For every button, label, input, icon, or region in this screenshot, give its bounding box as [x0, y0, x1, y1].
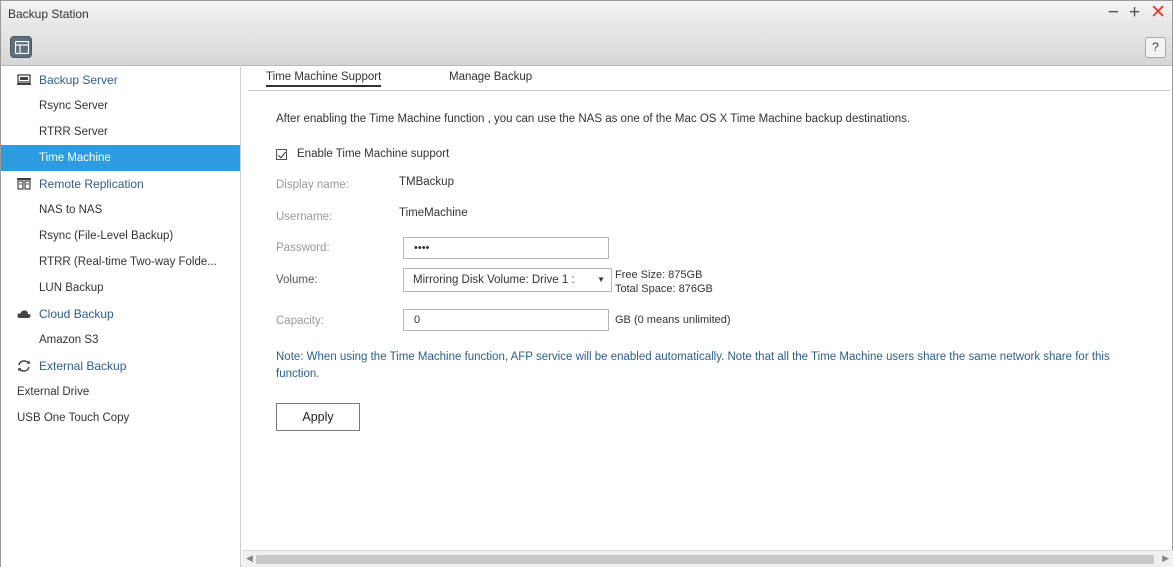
capacity-field[interactable]: 0: [403, 309, 609, 331]
scroll-left-icon[interactable]: ◀: [246, 553, 253, 564]
sidebar-item-rtrr-server[interactable]: RTRR Server: [1, 119, 240, 145]
scrollbar-thumb[interactable]: [256, 555, 1154, 564]
menu-grid-icon: [15, 41, 29, 54]
replication-icon: [17, 178, 31, 190]
sidebar-group-cloud-backup[interactable]: Cloud Backup: [1, 301, 240, 327]
sidebar-group-label: External Backup: [39, 359, 127, 373]
intro-text: After enabling the Time Machine function…: [276, 113, 911, 125]
sidebar-item-usb-one-touch-copy[interactable]: USB One Touch Copy: [1, 405, 240, 431]
help-button[interactable]: ?: [1145, 37, 1166, 58]
capacity-label: Capacity:: [276, 315, 324, 327]
sidebar-group-label: Cloud Backup: [39, 307, 114, 321]
display-name-label: Display name:: [276, 179, 349, 191]
username-value: TimeMachine: [399, 207, 468, 219]
volume-label: Volume:: [276, 274, 318, 286]
server-icon: [17, 74, 31, 85]
sidebar-item-nas-to-nas[interactable]: NAS to NAS: [1, 197, 240, 223]
minimize-button[interactable]: −: [1108, 3, 1119, 22]
cloud-icon: [17, 310, 31, 318]
sidebar: Backup Server Rsync Server RTRR Server T…: [1, 67, 241, 567]
tab-time-machine-support[interactable]: Time Machine Support: [266, 71, 382, 87]
menu-button[interactable]: [10, 36, 32, 58]
sidebar-item-amazon-s3[interactable]: Amazon S3: [1, 327, 240, 353]
tab-bar: Time Machine Support Manage Backup: [248, 67, 1170, 91]
tab-manage-backup[interactable]: Manage Backup: [449, 71, 532, 83]
sync-icon: [18, 360, 30, 372]
toolbar: ?: [1, 27, 1172, 66]
sidebar-item-time-machine[interactable]: Time Machine: [1, 145, 240, 171]
main-content: After enabling the Time Machine function…: [248, 93, 1170, 551]
enable-time-machine-checkbox[interactable]: [276, 148, 287, 160]
sidebar-group-label: Backup Server: [39, 73, 118, 87]
username-label: Username:: [276, 211, 333, 223]
volume-select[interactable]: Mirroring Disk Volume: Drive 1 : ▼: [403, 268, 612, 292]
sidebar-group-external-backup[interactable]: External Backup: [1, 353, 240, 379]
enable-time-machine-label: Enable Time Machine support: [297, 148, 450, 160]
chevron-down-icon: ▼: [597, 275, 605, 284]
window-controls: − + ✕: [1108, 3, 1166, 22]
sidebar-group-label: Remote Replication: [39, 177, 144, 191]
free-size-text: Free Size: 875GB: [615, 269, 703, 281]
horizontal-scrollbar[interactable]: ◀ ▶: [242, 550, 1173, 567]
app-title: Backup Station: [8, 7, 89, 21]
sidebar-group-remote-replication[interactable]: Remote Replication: [1, 171, 240, 197]
note-text: Note: When using the Time Machine functi…: [276, 351, 1110, 380]
total-space-text: Total Space: 876GB: [615, 283, 713, 295]
backup-station-window: Backup Station − + ✕ ? Backup Server Rsy…: [0, 0, 1173, 567]
sidebar-item-lun-backup[interactable]: LUN Backup: [1, 275, 240, 301]
sidebar-item-external-drive[interactable]: External Drive: [1, 379, 240, 405]
enable-time-machine-row[interactable]: Enable Time Machine support: [276, 148, 449, 160]
password-label: Password:: [276, 242, 330, 254]
capacity-unit-text: GB (0 means unlimited): [615, 314, 731, 326]
sidebar-item-rtrr-realtime[interactable]: RTRR (Real-time Two-way Folde...: [1, 249, 240, 275]
password-field[interactable]: ••••: [403, 237, 609, 259]
volume-select-value: Mirroring Disk Volume: Drive 1 :: [413, 274, 575, 286]
title-bar: Backup Station − + ✕: [1, 1, 1172, 27]
maximize-button[interactable]: +: [1129, 3, 1140, 22]
sidebar-group-backup-server[interactable]: Backup Server: [1, 67, 240, 93]
sidebar-item-rsync-server[interactable]: Rsync Server: [1, 93, 240, 119]
sidebar-item-rsync-file-level[interactable]: Rsync (File-Level Backup): [1, 223, 240, 249]
apply-button[interactable]: Apply: [276, 403, 360, 431]
close-button[interactable]: ✕: [1150, 3, 1166, 22]
display-name-value: TMBackup: [399, 176, 454, 188]
scroll-right-icon[interactable]: ▶: [1162, 553, 1169, 564]
